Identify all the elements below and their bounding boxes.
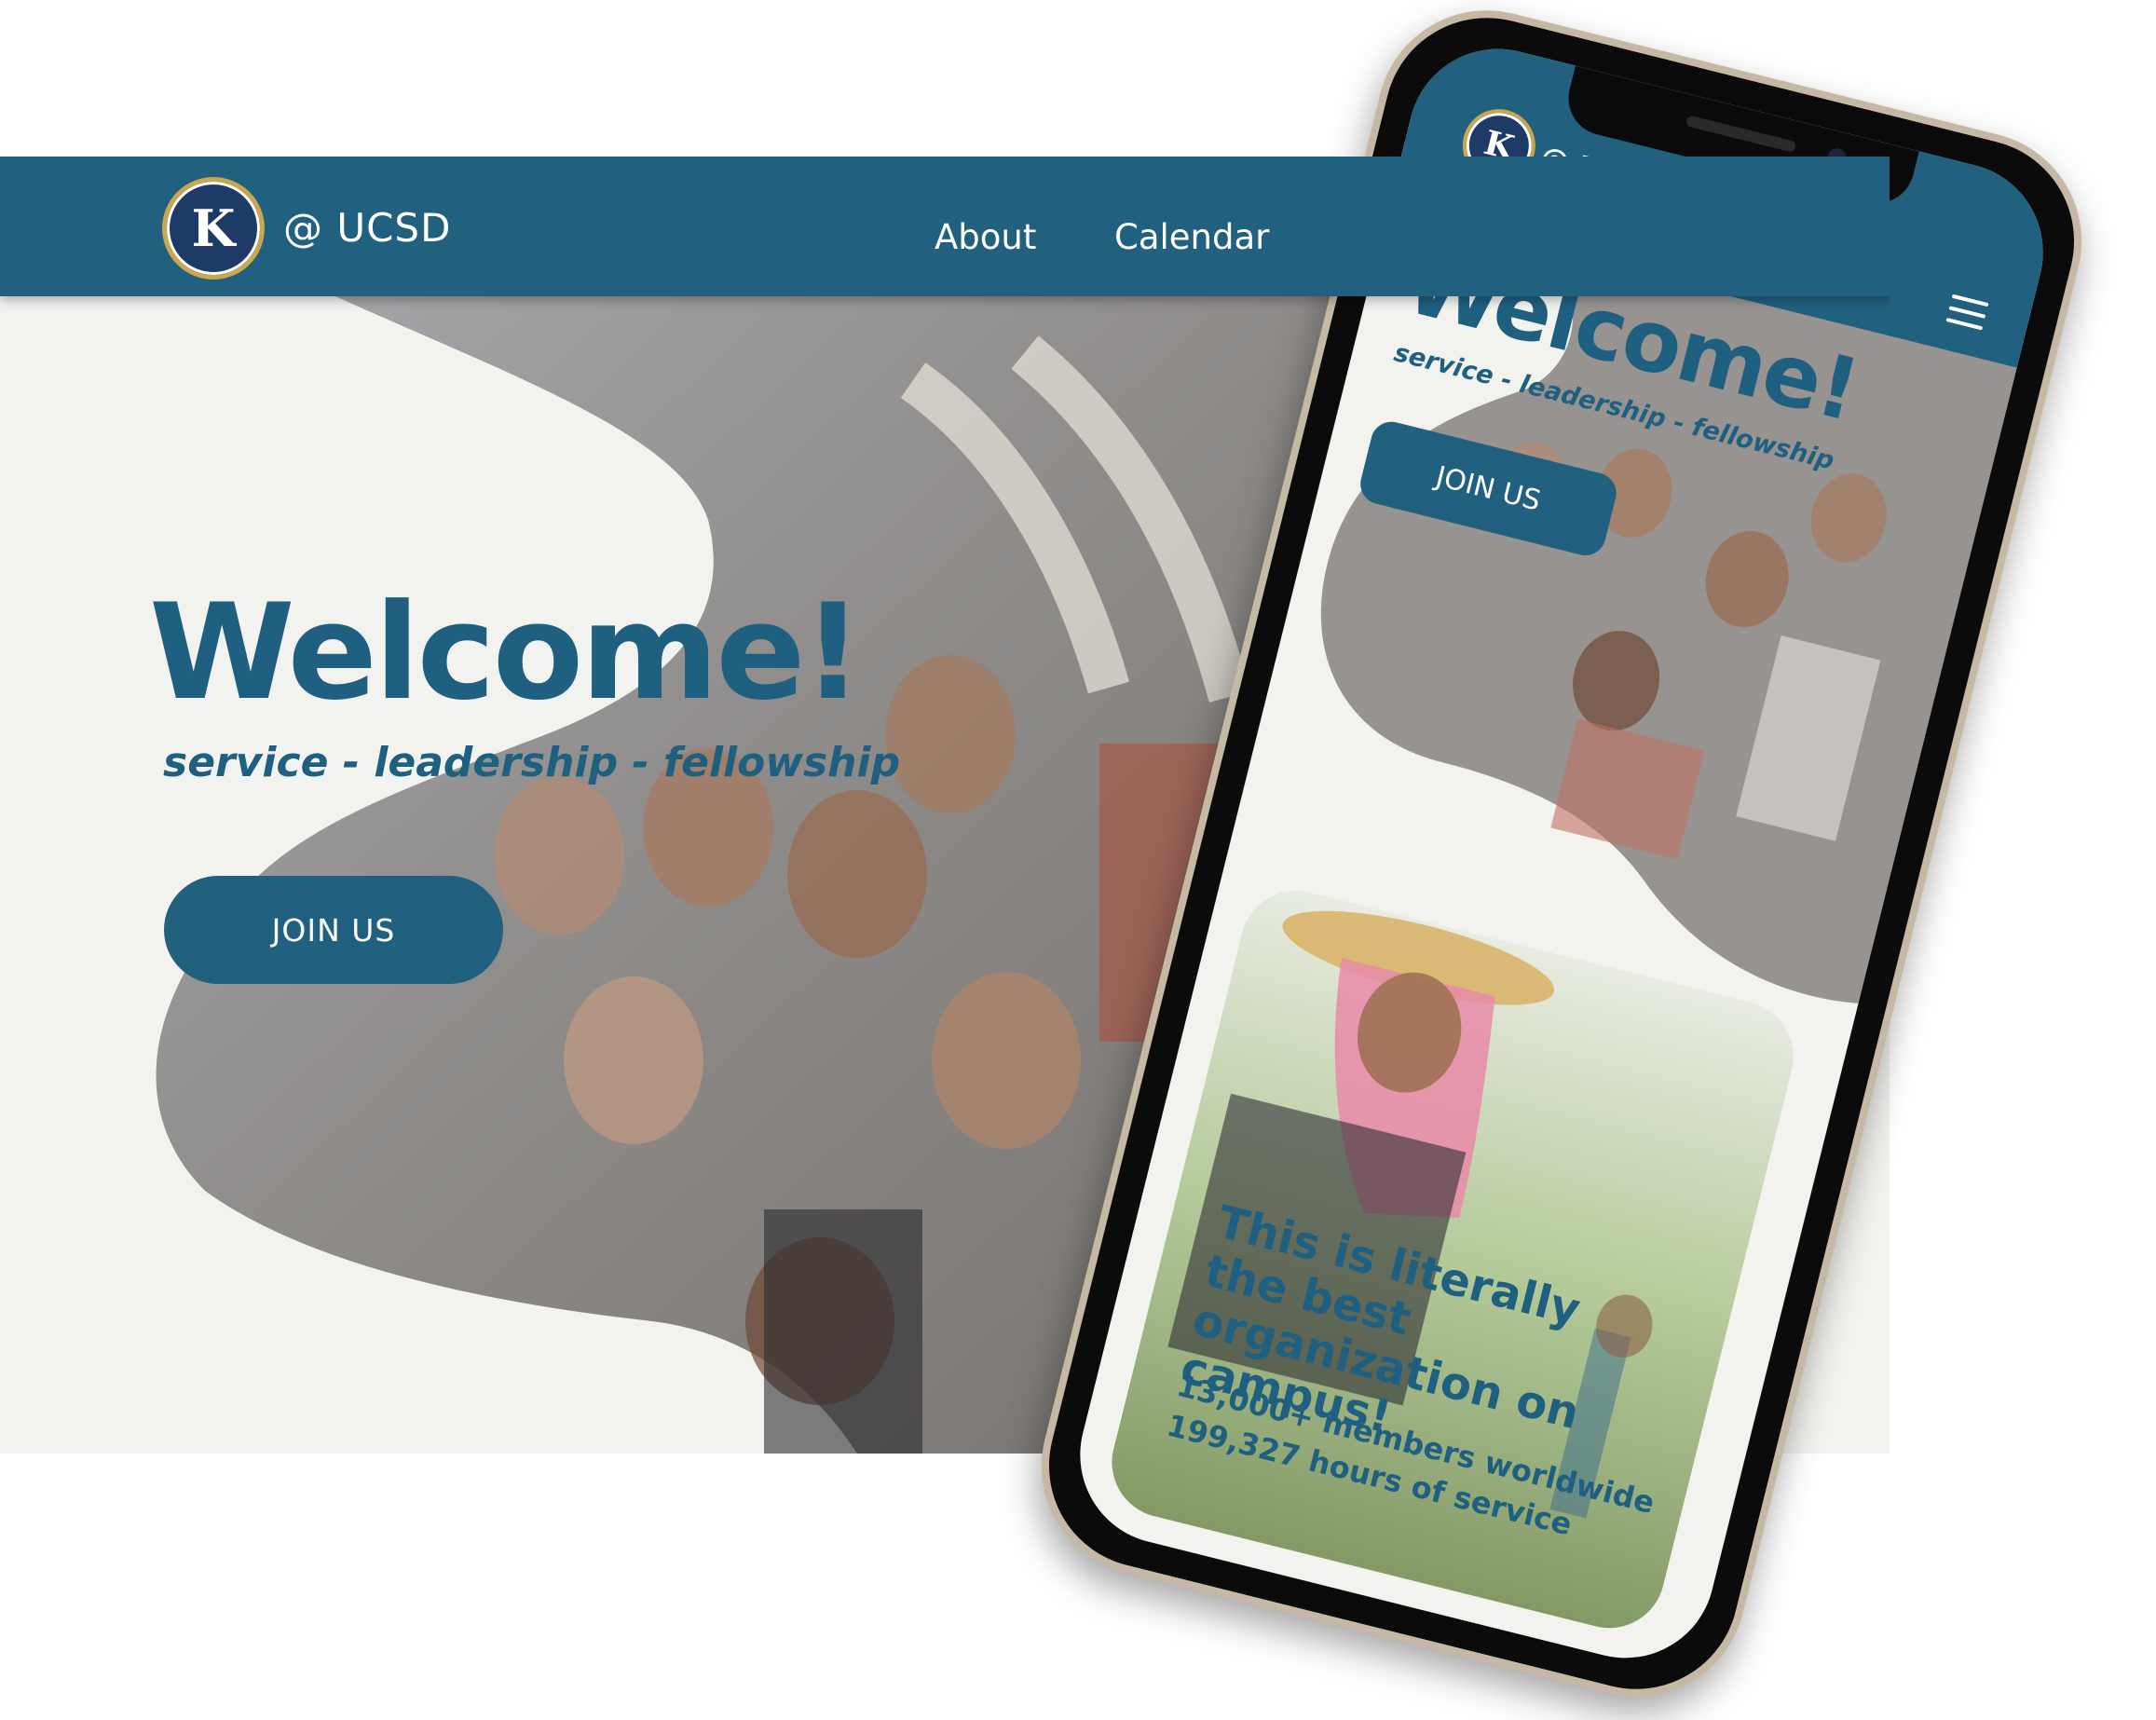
hamburger-menu-icon[interactable] <box>1945 293 1989 331</box>
k-letter-icon: K <box>191 198 236 258</box>
circle-k-logo[interactable]: K <box>162 177 265 280</box>
join-us-button[interactable]: JOIN US <box>164 876 503 984</box>
hero-title: Welcome! <box>149 576 863 730</box>
nav-link-calendar[interactable]: Calendar <box>1114 217 1269 257</box>
speaker-grille <box>1685 115 1797 153</box>
brand-text[interactable]: @ UCSD <box>283 205 451 251</box>
nav-link-about[interactable]: About <box>935 217 1036 257</box>
feature-card: This is literally the best organization … <box>1099 879 1806 1640</box>
navbar: K @ UCSD About Calendar <box>0 157 1890 296</box>
hero-tagline: service - leadership - fellowship <box>163 739 901 786</box>
